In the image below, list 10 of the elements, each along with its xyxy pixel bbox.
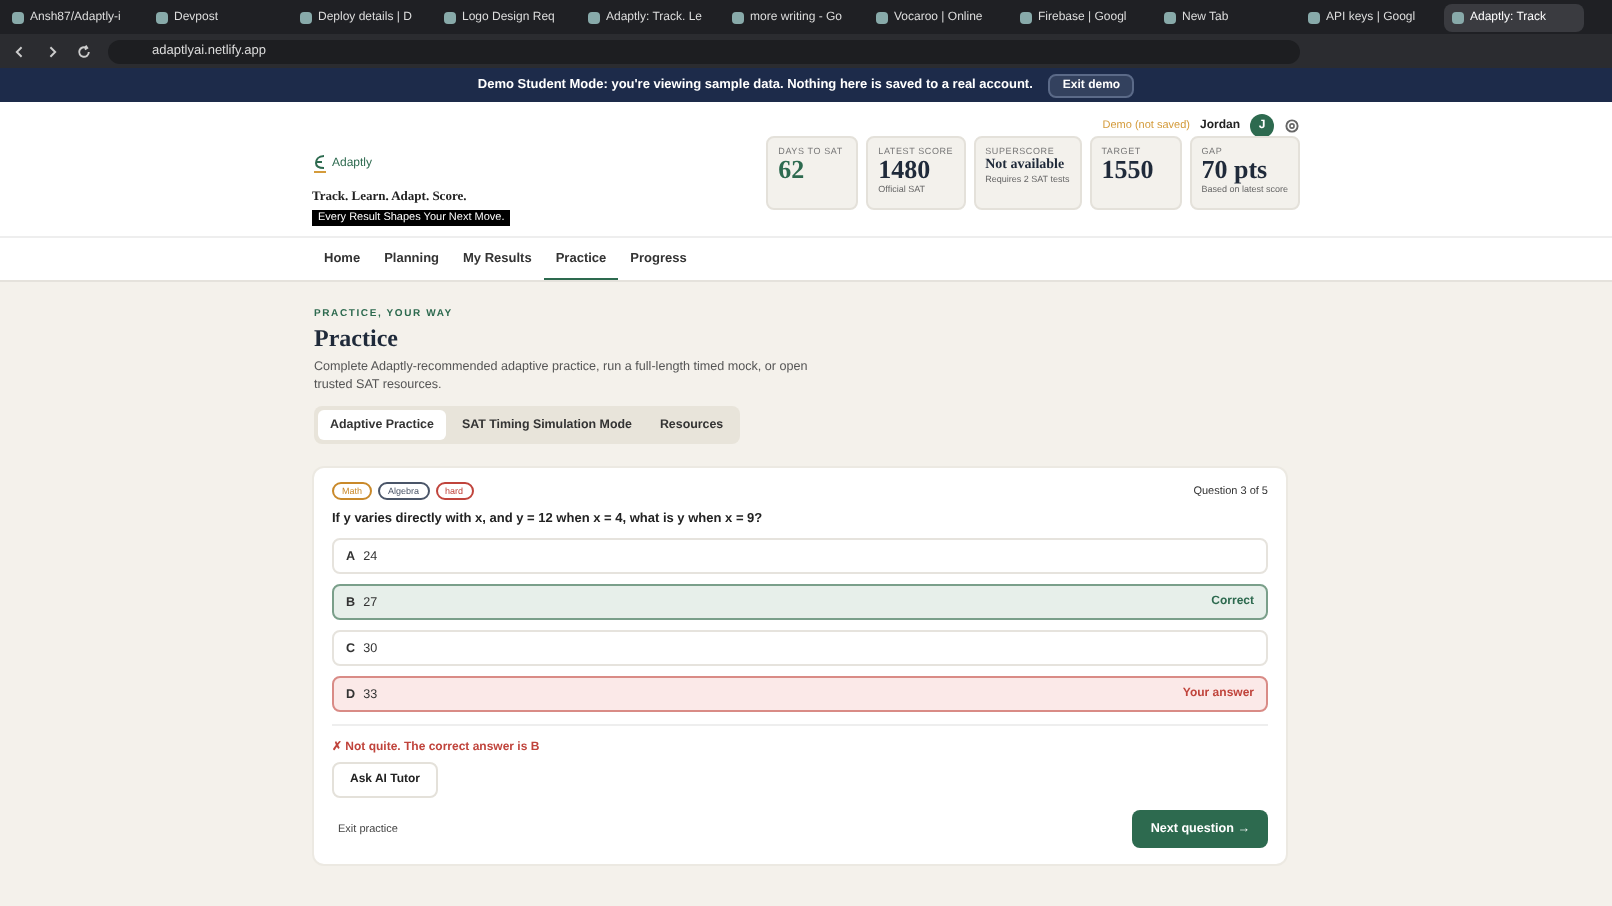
settings-icon[interactable] [1284, 117, 1300, 133]
stat-value: 1480 [878, 156, 933, 184]
logo-icon [312, 152, 328, 174]
back-icon[interactable] [12, 43, 28, 59]
page-title: Practice [314, 324, 400, 354]
stat-value: 62 [778, 156, 807, 184]
forward-icon[interactable] [44, 43, 60, 59]
stat-value: 70 pts [1201, 156, 1270, 184]
stat-value: 1550 [1101, 156, 1156, 184]
reload-icon[interactable] [76, 43, 92, 59]
